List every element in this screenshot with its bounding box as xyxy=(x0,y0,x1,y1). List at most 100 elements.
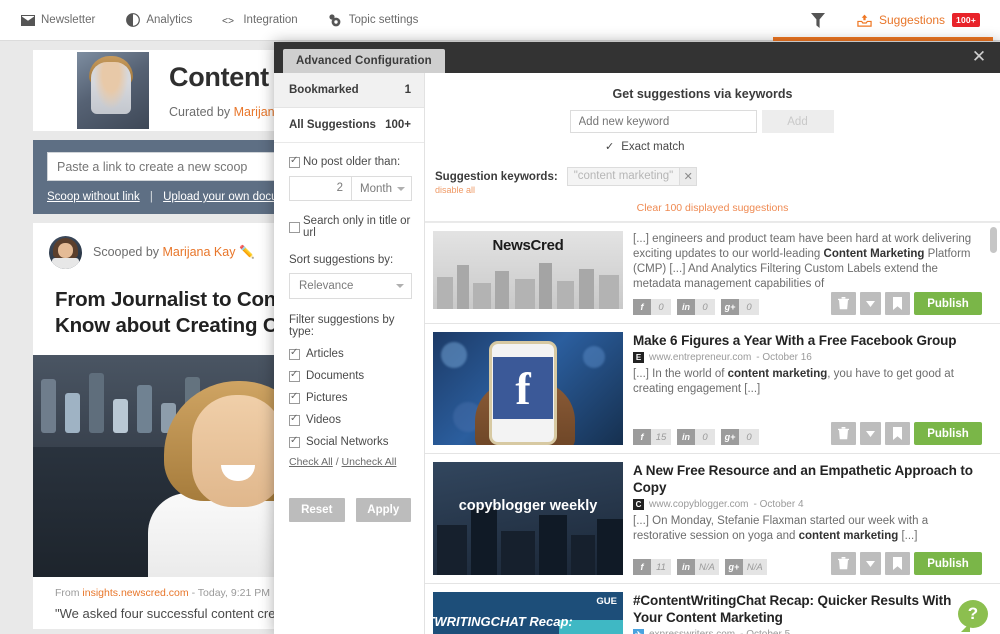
linkedin-counter: in 0 xyxy=(677,299,715,315)
publish-button[interactable]: Publish xyxy=(914,552,982,575)
nav-item-topic-settings[interactable]: Topic settings xyxy=(328,0,418,40)
scooper-link[interactable]: Marijana Kay xyxy=(163,245,236,259)
googleplus-icon: g+ xyxy=(724,559,743,575)
new-keyword-input[interactable] xyxy=(569,110,757,133)
post-source-link[interactable]: insights.newscred.com xyxy=(82,587,188,599)
articles-checkbox[interactable] xyxy=(289,347,300,360)
pictures-checkbox[interactable] xyxy=(289,391,300,404)
bookmark-icon[interactable] xyxy=(885,552,910,575)
gear-icon xyxy=(328,13,343,28)
suggestions-pane: Get suggestions via keywords Add ✓ Exact… xyxy=(425,73,1000,634)
exact-match-row[interactable]: ✓ Exact match xyxy=(605,140,1000,154)
no-post-older-checkbox[interactable] xyxy=(289,155,300,168)
chevron-down-icon[interactable] xyxy=(860,422,881,445)
disable-all-link[interactable]: disable all xyxy=(435,185,558,195)
scrollbar-thumb[interactable] xyxy=(990,227,997,253)
suggestion-item[interactable]: f Make 6 Figures a Year With a Free Face… xyxy=(425,324,1000,454)
title-url-row[interactable]: Search only in title or url xyxy=(289,215,411,239)
help-icon[interactable]: ? xyxy=(958,600,988,628)
articles-label: Articles xyxy=(306,348,344,360)
suggestion-thumbnail[interactable]: GUE NTWRITINGCHAT Recap: xyxy=(433,592,623,634)
publish-button[interactable]: Publish xyxy=(914,292,982,315)
trash-icon[interactable] xyxy=(831,292,856,315)
chevron-down-icon[interactable] xyxy=(860,552,881,575)
clear-suggestions-link[interactable]: Clear 100 displayed suggestions xyxy=(425,195,1000,222)
linkedin-icon: in xyxy=(677,429,695,445)
age-unit-select[interactable]: Month xyxy=(351,176,412,201)
nav-item-analytics[interactable]: Analytics xyxy=(125,0,192,40)
trash-icon[interactable] xyxy=(831,422,856,445)
age-filter-row: 2 Month xyxy=(289,176,412,201)
type-filter-list: Articles Documents Pictures Videos xyxy=(289,343,411,453)
bookmark-icon[interactable] xyxy=(885,422,910,445)
suggestion-thumb-text: copyblogger weekly xyxy=(458,498,598,514)
close-icon[interactable]: ✕ xyxy=(679,168,697,185)
scooped-by-label: Scooped by xyxy=(93,245,160,259)
suggestion-item[interactable]: GUE NTWRITINGCHAT Recap: #ContentWriting… xyxy=(425,584,1000,634)
trash-icon[interactable] xyxy=(831,552,856,575)
googleplus-count: 0 xyxy=(739,299,759,315)
close-icon[interactable]: ✕ xyxy=(970,48,988,66)
suggestion-description: [...] In the world of content marketing,… xyxy=(633,367,982,397)
suggestion-action-buttons: Publish xyxy=(831,552,982,575)
suggestion-body: [...] engineers and product team have be… xyxy=(623,231,982,315)
suggestion-thumbnail[interactable]: copyblogger weekly xyxy=(433,462,623,575)
bookmark-icon[interactable] xyxy=(885,292,910,315)
type-filter-videos[interactable]: Videos xyxy=(289,409,411,431)
videos-checkbox[interactable] xyxy=(289,413,300,426)
pencil-icon[interactable]: ✏️ xyxy=(239,245,255,259)
suggestions-count-badge: 100+ xyxy=(952,13,980,27)
linkedin-count: N/A xyxy=(695,559,719,575)
exact-match-checkbox[interactable]: ✓ xyxy=(605,140,614,153)
nav-item-integration[interactable]: <> Integration xyxy=(222,0,297,40)
filter-bookmarked[interactable]: Bookmarked 1 xyxy=(274,73,424,108)
suggestion-desc-keyword: content marketing xyxy=(727,368,828,380)
curated-by-label: Curated by xyxy=(169,104,231,119)
suggestion-thumbnail[interactable]: f xyxy=(433,332,623,445)
suggestion-action-buttons: Publish xyxy=(831,292,982,315)
suggestion-desc-pre: [...] In the world of xyxy=(633,368,728,380)
type-filter-pictures[interactable]: Pictures xyxy=(289,387,411,409)
type-filter-documents[interactable]: Documents xyxy=(289,365,411,387)
suggestions-tab[interactable]: Suggestions 100+ xyxy=(773,0,993,41)
suggestion-title[interactable]: #ContentWritingChat Recap: Quicker Resul… xyxy=(633,592,982,626)
nav-item-newsletter[interactable]: Newsletter xyxy=(20,0,95,40)
type-filter-articles[interactable]: Articles xyxy=(289,343,411,365)
apply-button[interactable]: Apply xyxy=(355,498,411,522)
suggestion-body: #ContentWritingChat Recap: Quicker Resul… xyxy=(623,592,982,634)
suggestion-item[interactable]: NewsCred [...] engineers and product tea… xyxy=(425,223,1000,324)
reset-button[interactable]: Reset xyxy=(289,498,345,522)
check-all-link[interactable]: Check All xyxy=(289,456,333,468)
linkedin-counter: in N/A xyxy=(677,559,719,575)
add-keyword-button[interactable]: Add xyxy=(761,110,834,133)
uncheck-all-link[interactable]: Uncheck All xyxy=(342,456,397,468)
suggestion-desc-post: [...] xyxy=(898,530,918,542)
filter-all-suggestions[interactable]: All Suggestions 100+ xyxy=(274,108,424,143)
suggestion-item[interactable]: copyblogger weekly A New Free Resource a… xyxy=(425,454,1000,584)
type-filter-social-networks[interactable]: Social Networks xyxy=(289,431,411,453)
googleplus-count: 0 xyxy=(739,429,759,445)
age-value-input[interactable]: 2 xyxy=(289,176,351,201)
funnel-icon[interactable] xyxy=(811,12,825,28)
publish-button[interactable]: Publish xyxy=(914,422,982,445)
vertical-scrollbar[interactable] xyxy=(990,227,997,627)
facebook-logo-icon: f xyxy=(493,357,553,419)
suggestion-source-row: ✈ expresswriters.com - October 5 xyxy=(633,629,982,634)
documents-checkbox[interactable] xyxy=(289,369,300,382)
social-networks-checkbox[interactable] xyxy=(289,435,300,448)
chevron-down-icon[interactable] xyxy=(860,292,881,315)
tab-advanced-configuration[interactable]: Advanced Configuration xyxy=(283,49,445,73)
keyword-chip-text: "content marketing" xyxy=(567,168,680,185)
no-post-older-row[interactable]: No post older than: xyxy=(289,155,411,168)
chevron-down-icon xyxy=(397,186,405,191)
linkedin-counter: in 0 xyxy=(677,429,715,445)
avatar xyxy=(49,236,82,269)
sort-label: Sort suggestions by: xyxy=(289,254,394,266)
suggestion-title[interactable]: Make 6 Figures a Year With a Free Facebo… xyxy=(633,332,982,349)
title-url-checkbox[interactable] xyxy=(289,221,300,233)
suggestion-thumbnail[interactable]: NewsCred xyxy=(433,231,623,309)
scoop-without-link[interactable]: Scoop without link xyxy=(47,191,140,203)
sort-select[interactable]: Relevance xyxy=(289,273,412,299)
suggestion-title[interactable]: A New Free Resource and an Empathetic Ap… xyxy=(633,462,982,496)
help-glyph: ? xyxy=(967,604,979,623)
